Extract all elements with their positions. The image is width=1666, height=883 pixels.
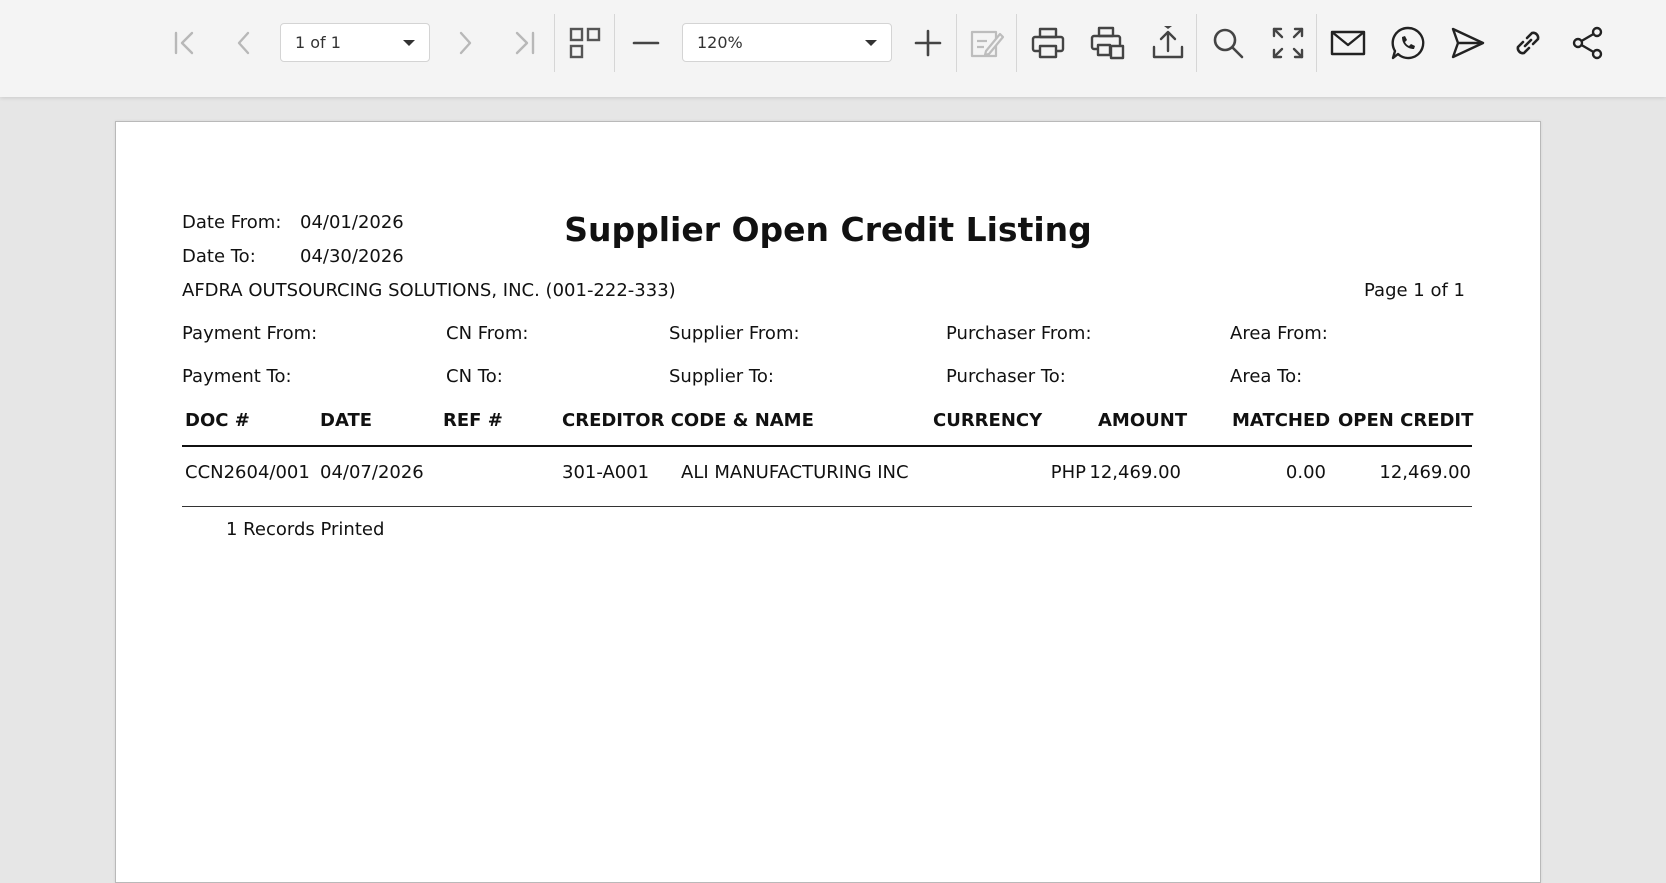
purchaser-from-label: Purchaser From: [946, 323, 1092, 344]
toolbar-separator [1016, 14, 1017, 72]
row-creditor-code: 301-A001 [562, 462, 650, 483]
link-icon [1516, 31, 1540, 55]
toolbar-separator [956, 14, 957, 72]
page-info: Page 1 of 1 [1364, 280, 1465, 301]
row-date: 04/07/2026 [320, 462, 424, 483]
area-from-label: Area From: [1230, 323, 1328, 344]
payment-from-label: Payment From: [182, 323, 318, 344]
column-header-creditor: CREDITOR CODE & NAME [562, 410, 814, 431]
report-page: Date From: 04/01/2026 Date To: 04/30/202… [115, 121, 1541, 883]
column-header-ref: REF # [443, 410, 503, 431]
annotate-icon [970, 30, 1005, 58]
first-page-button[interactable] [159, 18, 209, 68]
date-to-value: 04/30/2026 [300, 246, 404, 267]
first-page-icon [174, 31, 194, 55]
column-header-matched: MATCHED [1232, 410, 1331, 431]
print-options-button[interactable] [1083, 18, 1133, 68]
page-selector-value: 1 of 1 [295, 33, 341, 52]
annotate-button[interactable] [962, 18, 1012, 68]
search-button[interactable] [1203, 18, 1253, 68]
last-page-icon [515, 31, 535, 55]
last-page-button[interactable] [500, 18, 550, 68]
row-matched: 0.00 [1285, 462, 1326, 483]
previous-page-icon [237, 31, 250, 55]
payment-to-label: Payment To: [182, 366, 292, 387]
email-icon [1330, 30, 1366, 56]
email-button[interactable] [1323, 18, 1373, 68]
zoom-in-icon [914, 29, 942, 57]
export-icon [1152, 26, 1184, 59]
footer-divider [182, 506, 1472, 507]
toolbar-separator [614, 14, 615, 72]
date-to-label: Date To: [182, 246, 256, 267]
copy-link-button[interactable] [1503, 18, 1553, 68]
share-button[interactable] [1563, 18, 1613, 68]
next-page-icon [459, 31, 472, 55]
print-options-icon [1090, 26, 1125, 60]
column-header-amount: AMOUNT [1098, 410, 1188, 431]
search-icon [1213, 28, 1244, 59]
thumbnails-button[interactable] [560, 18, 610, 68]
chevron-down-icon [865, 40, 877, 46]
print-icon [1031, 27, 1065, 59]
zoom-selector-value: 120% [697, 33, 743, 52]
company-name: AFDRA OUTSOURCING SOLUTIONS, INC. (001-2… [182, 280, 676, 301]
column-header-currency: CURRENCY [933, 410, 1043, 431]
toolbar-separator [554, 14, 555, 72]
report-title: Supplier Open Credit Listing [564, 210, 1092, 249]
fullscreen-icon [1272, 27, 1304, 59]
fullscreen-button[interactable] [1263, 18, 1313, 68]
purchaser-to-label: Purchaser To: [946, 366, 1066, 387]
row-open-credit: 12,469.00 [1379, 462, 1471, 483]
row-creditor-name: ALI MANUFACTURING INC [681, 462, 909, 483]
header-divider [182, 445, 1472, 447]
whatsapp-button[interactable] [1383, 18, 1433, 68]
chevron-down-icon [403, 40, 415, 46]
next-page-button[interactable] [440, 18, 490, 68]
zoom-in-button[interactable] [903, 18, 953, 68]
thumbnails-icon [569, 27, 601, 59]
send-button[interactable] [1443, 18, 1493, 68]
print-button[interactable] [1023, 18, 1073, 68]
whatsapp-icon [1391, 26, 1425, 60]
area-to-label: Area To: [1230, 366, 1303, 387]
export-button[interactable] [1143, 18, 1193, 68]
toolbar-separator [1316, 14, 1317, 72]
cn-to-label: CN To: [446, 366, 503, 387]
share-icon [1572, 26, 1603, 60]
previous-page-button[interactable] [219, 18, 269, 68]
column-header-doc: DOC # [185, 410, 250, 431]
row-amount: 12,469.00 [1089, 462, 1181, 483]
column-header-date: DATE [320, 410, 373, 431]
row-doc: CCN2604/001 [185, 462, 310, 483]
page-selector[interactable]: 1 of 1 [280, 23, 430, 62]
zoom-out-button[interactable] [621, 18, 671, 68]
toolbar-separator [1196, 14, 1197, 72]
supplier-from-label: Supplier From: [669, 323, 800, 344]
records-printed: 1 Records Printed [226, 519, 385, 540]
send-icon [1451, 27, 1485, 59]
zoom-out-icon [632, 41, 660, 45]
column-header-open-credit: OPEN CREDIT [1338, 410, 1474, 431]
supplier-to-label: Supplier To: [669, 366, 774, 387]
viewer-toolbar: 1 of 1 120% [0, 0, 1666, 97]
zoom-selector[interactable]: 120% [682, 23, 892, 62]
cn-from-label: CN From: [446, 323, 529, 344]
